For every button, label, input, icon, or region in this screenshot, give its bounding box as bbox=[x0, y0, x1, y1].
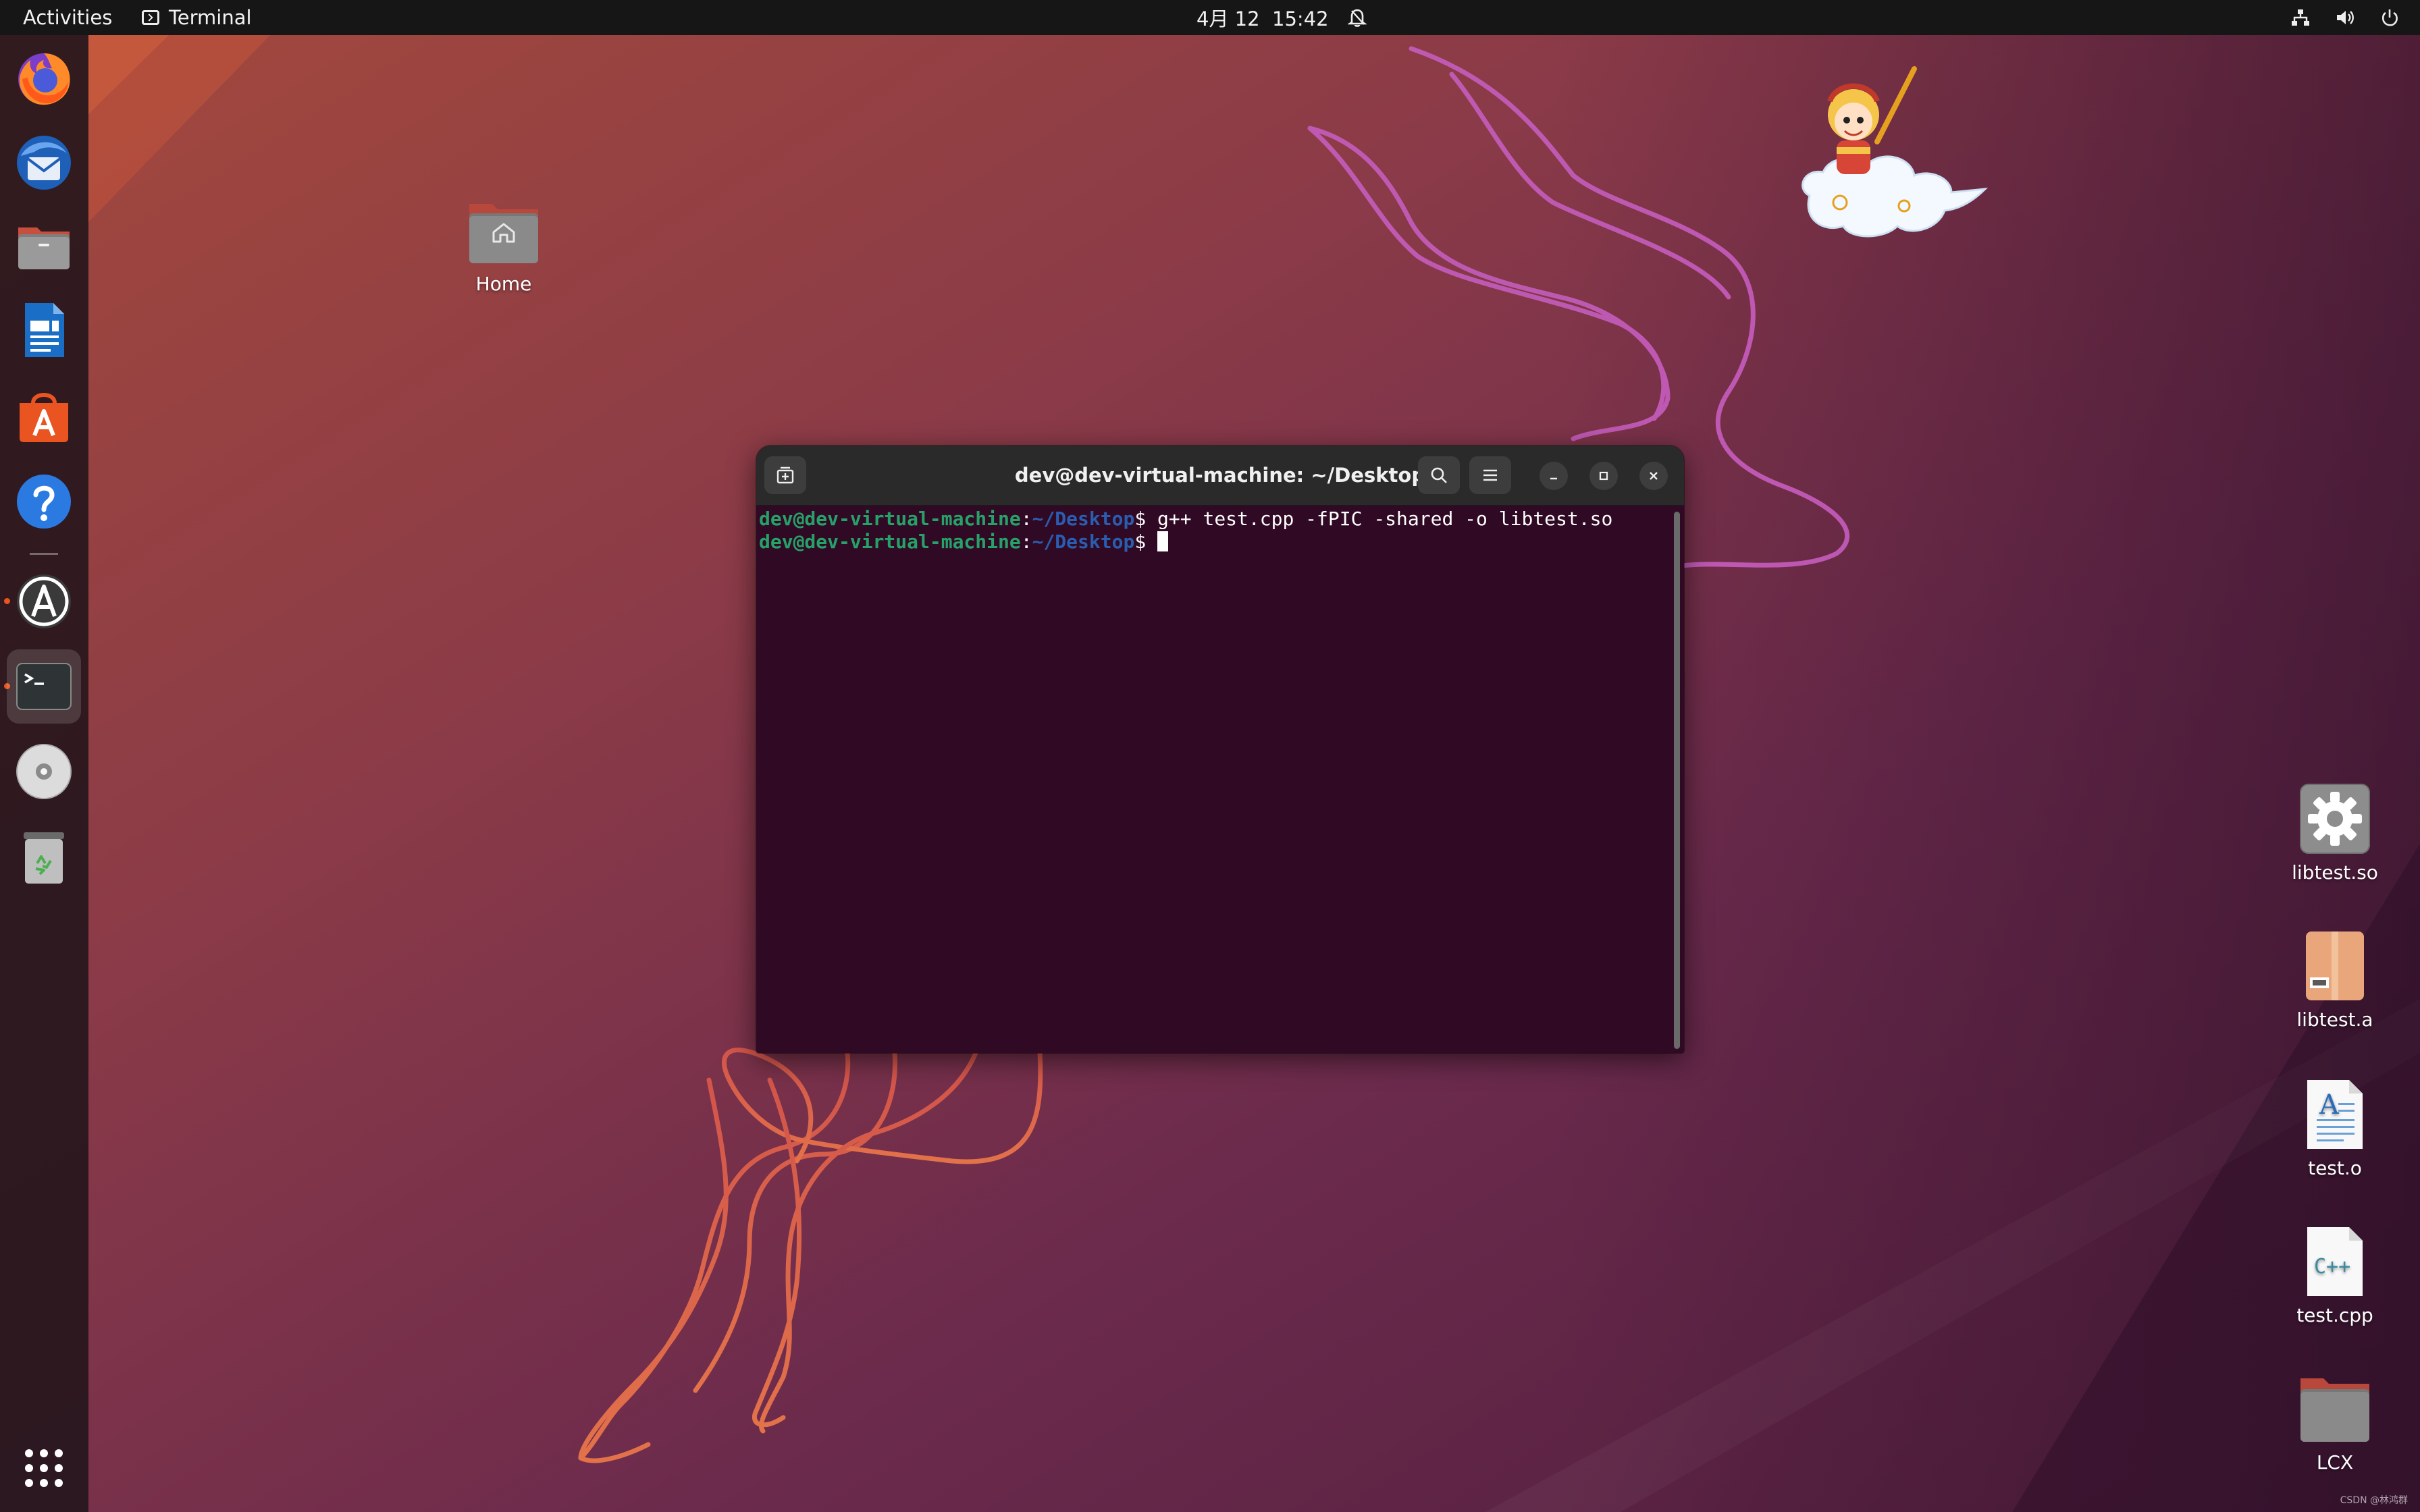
dock-item-disc[interactable] bbox=[7, 734, 81, 809]
bell-icon bbox=[1347, 9, 1367, 27]
system-tray[interactable] bbox=[2290, 0, 2400, 35]
clock-text: 4月 12 15:42 bbox=[1196, 3, 1329, 32]
archive-file-icon bbox=[2306, 932, 2364, 1000]
clock-button[interactable]: 4月 12 15:42 bbox=[1196, 0, 1367, 35]
terminal-titlebar[interactable]: dev@dev-virtual-machine: ~/Desktop bbox=[756, 446, 1684, 506]
minimize-icon bbox=[1550, 477, 1557, 480]
home-folder-icon bbox=[469, 204, 538, 263]
command-text bbox=[1146, 531, 1157, 553]
minimize-button[interactable] bbox=[1540, 462, 1568, 490]
search-button[interactable] bbox=[1418, 456, 1460, 494]
command-text: g++ test.cpp -fPIC -shared -o libtest.so bbox=[1146, 508, 1613, 530]
close-icon bbox=[1650, 472, 1658, 480]
desktop-icon-libtest-a[interactable]: libtest.a bbox=[2267, 930, 2402, 1031]
svg-text:C++: C++ bbox=[2314, 1255, 2350, 1278]
prompt-colon: : bbox=[1020, 508, 1032, 530]
text-cursor bbox=[1157, 531, 1169, 551]
text-file-icon: A bbox=[2307, 1080, 2363, 1149]
svg-text:A: A bbox=[2319, 1089, 2340, 1120]
dock-item-app-center[interactable] bbox=[7, 378, 81, 452]
thunderbird-icon bbox=[17, 136, 71, 190]
trash-icon bbox=[24, 832, 64, 884]
desktop-icon-test-cpp[interactable]: C++ test.cpp bbox=[2267, 1226, 2402, 1326]
gear-file-icon bbox=[2300, 784, 2370, 854]
dock-item-thunderbird[interactable] bbox=[7, 126, 81, 200]
terminal-icon bbox=[16, 663, 72, 710]
mascot-sticker bbox=[1801, 66, 1989, 238]
app-menu-label: Terminal bbox=[169, 6, 252, 29]
show-apps-button[interactable] bbox=[7, 1431, 81, 1505]
desktop-icon-test-o[interactable]: A test.o bbox=[2267, 1079, 2402, 1179]
clock-date: 4月 12 bbox=[1196, 7, 1260, 30]
updater-icon bbox=[17, 574, 71, 628]
desktop-icon-lcx[interactable]: LCX bbox=[2267, 1374, 2402, 1474]
app-menu[interactable]: Terminal bbox=[142, 0, 252, 35]
terminal-app-icon bbox=[142, 10, 159, 25]
terminal-line: dev@dev-virtual-machine:~/Desktop$ g++ t… bbox=[759, 508, 1668, 531]
desktop-icon-label: libtest.a bbox=[2296, 1008, 2373, 1031]
top-bar: Activities Terminal 4月 12 15:42 bbox=[0, 0, 2420, 35]
network-icon bbox=[2292, 9, 2309, 26]
prompt-colon: : bbox=[1020, 531, 1032, 553]
prompt-user: dev@dev-virtual-machine bbox=[759, 531, 1021, 553]
dock-item-firefox[interactable] bbox=[7, 40, 81, 115]
terminal-line: dev@dev-virtual-machine:~/Desktop$ bbox=[759, 531, 1668, 554]
activities-label: Activities bbox=[23, 6, 113, 29]
dock-item-files[interactable] bbox=[7, 209, 81, 284]
cpp-file-icon: C++ bbox=[2307, 1227, 2363, 1296]
desktop-icon-label: libtest.so bbox=[2292, 861, 2378, 884]
desktop-icon-label: Home bbox=[475, 273, 532, 295]
desktop-icon-label: test.cpp bbox=[2296, 1304, 2373, 1326]
dock-item-software-updater[interactable] bbox=[7, 564, 81, 639]
prompt-path: ~/Desktop bbox=[1032, 508, 1135, 530]
folder-icon bbox=[2300, 1378, 2369, 1442]
desktop-icon-label: test.o bbox=[2308, 1157, 2362, 1179]
prompt-dollar: $ bbox=[1134, 508, 1147, 530]
firefox-icon bbox=[18, 53, 70, 105]
dock-separator bbox=[30, 553, 58, 555]
dock-item-libreoffice-writer[interactable] bbox=[7, 293, 81, 367]
prompt-dollar: $ bbox=[1134, 531, 1147, 553]
hamburger-menu-icon bbox=[1483, 469, 1497, 481]
dock-item-terminal[interactable] bbox=[7, 649, 81, 724]
dock-item-help[interactable] bbox=[7, 464, 81, 539]
watermark: CSDN @林鸿群 bbox=[2340, 1495, 2408, 1506]
terminal-output[interactable]: dev@dev-virtual-machine:~/Desktop$ g++ t… bbox=[759, 506, 1668, 1053]
disc-icon bbox=[16, 744, 72, 799]
close-button[interactable] bbox=[1639, 462, 1668, 490]
desktop-icon-home[interactable]: Home bbox=[436, 196, 571, 295]
maximize-button[interactable] bbox=[1589, 462, 1618, 490]
app-center-icon bbox=[20, 393, 68, 442]
power-icon bbox=[2382, 9, 2398, 26]
files-icon bbox=[18, 227, 70, 269]
dock-item-trash[interactable] bbox=[7, 819, 81, 894]
desktop-icon-label: LCX bbox=[2316, 1451, 2354, 1474]
new-tab-button[interactable] bbox=[764, 456, 806, 494]
new-tab-icon bbox=[777, 466, 794, 484]
activities-button[interactable]: Activities bbox=[23, 0, 112, 35]
clock-time: 15:42 bbox=[1272, 7, 1329, 30]
prompt-path: ~/Desktop bbox=[1032, 531, 1135, 553]
apps-grid-icon bbox=[25, 1449, 63, 1487]
scrollbar[interactable] bbox=[1674, 512, 1680, 1049]
help-icon bbox=[17, 475, 71, 529]
prompt-user: dev@dev-virtual-machine bbox=[759, 508, 1021, 530]
menu-button[interactable] bbox=[1469, 456, 1511, 494]
dock bbox=[0, 35, 88, 1512]
search-icon bbox=[1431, 467, 1447, 483]
volume-icon bbox=[2337, 11, 2354, 24]
maximize-icon bbox=[1599, 471, 1608, 481]
writer-icon bbox=[25, 303, 64, 357]
desktop-icon-libtest-so[interactable]: libtest.so bbox=[2267, 783, 2402, 884]
terminal-window[interactable]: dev@dev-virtual-machine: ~/Desktop dev@d… bbox=[756, 446, 1684, 1053]
